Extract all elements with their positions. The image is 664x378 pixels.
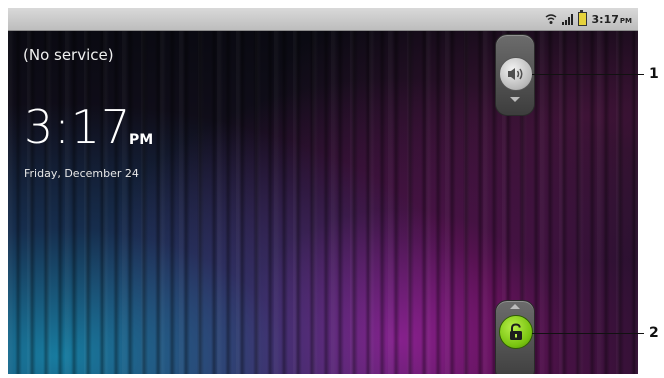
unlock-tab[interactable] bbox=[495, 300, 535, 374]
unlock-button[interactable] bbox=[499, 315, 533, 349]
chevron-up-icon bbox=[510, 304, 520, 309]
lock-date: Friday, December 24 bbox=[24, 167, 139, 180]
callout-line-1 bbox=[532, 74, 644, 75]
status-bar: 3:17PM bbox=[8, 8, 638, 31]
wallpaper bbox=[8, 31, 638, 374]
sound-toggle-tab[interactable] bbox=[495, 34, 535, 116]
status-icons: 3:17PM bbox=[545, 8, 632, 30]
unlock-icon bbox=[510, 323, 522, 340]
lock-clock-ampm: PM bbox=[129, 132, 154, 148]
wifi-icon bbox=[545, 14, 556, 24]
device-screen: 3:17PM (No service) 3:17 PM Friday, Dece… bbox=[8, 8, 638, 374]
callout-label-1: 1 bbox=[649, 66, 659, 82]
battery-icon bbox=[577, 10, 587, 26]
callout-line-2 bbox=[532, 333, 644, 334]
chevron-down-icon bbox=[510, 97, 520, 102]
speaker-icon bbox=[508, 68, 523, 80]
status-time: 3:17PM bbox=[591, 12, 632, 26]
sound-toggle-button[interactable] bbox=[499, 57, 533, 91]
signal-icon bbox=[561, 13, 573, 25]
carrier-status: (No service) bbox=[23, 46, 114, 64]
lock-clock: 3:17 bbox=[24, 100, 132, 154]
callout-label-2: 2 bbox=[649, 325, 659, 341]
